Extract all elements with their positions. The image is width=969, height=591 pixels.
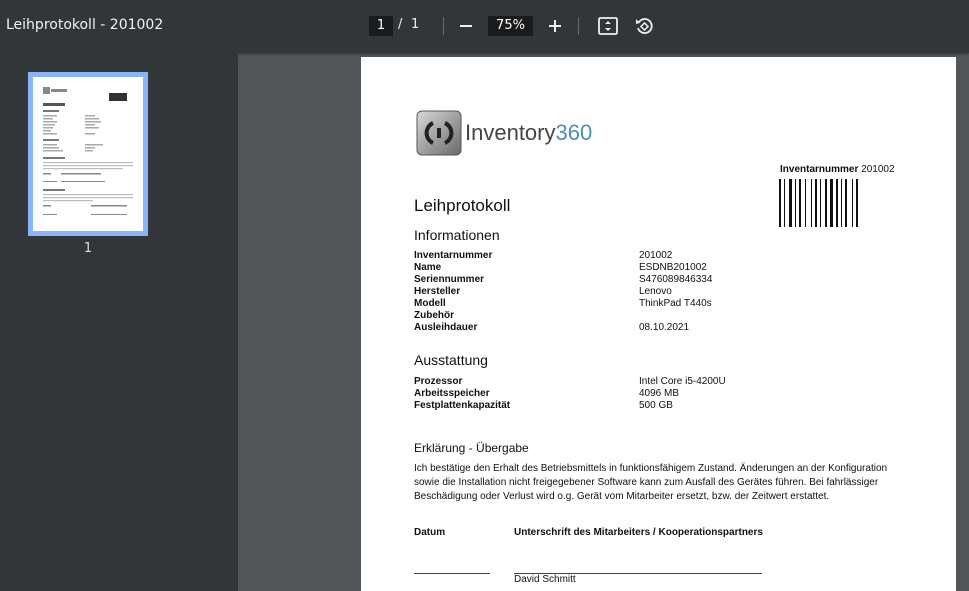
zoom-input[interactable]: 75%: [488, 16, 533, 36]
page-number-input[interactable]: 1: [369, 16, 393, 36]
logo-icon: [416, 110, 462, 156]
barcode-bar: [799, 179, 801, 227]
row-value: S476089846334: [639, 274, 713, 285]
thumbnail-preview: [33, 77, 143, 231]
zoom-out-button[interactable]: [452, 12, 480, 40]
fit-to-page-icon: [598, 17, 618, 35]
barcode-bar: [815, 179, 817, 227]
row-label: Hersteller: [414, 286, 461, 297]
toolbar-divider: [578, 17, 579, 35]
row-value: Intel Core i5-4200U: [639, 376, 726, 387]
row-label: Zubehör: [414, 310, 454, 321]
row-label: Inventarnummer: [414, 250, 493, 261]
barcode-bar: [825, 179, 827, 227]
document-heading: Leihprotokoll: [414, 196, 511, 215]
barcode-bar: [779, 179, 781, 227]
barcode-bar: [856, 179, 858, 227]
row-value: 201002: [639, 250, 673, 261]
inventar-header-label: Inventarnummer: [780, 164, 859, 175]
inventar-header: Inventarnummer 201002: [780, 164, 895, 175]
row-label: Seriennummer: [414, 274, 485, 285]
logo-text-inventory: Inventory: [465, 120, 556, 145]
row-value: ESDNB201002: [639, 262, 707, 273]
inventar-header-value: 201002: [861, 164, 895, 175]
unterschrift-label: Unterschrift des Mitarbeiters / Kooperat…: [514, 527, 763, 538]
minus-icon: [460, 25, 472, 27]
barcode-bar: [830, 179, 833, 227]
barcode-bar: [784, 179, 785, 227]
inventory360-logo: [416, 110, 462, 161]
zoom-in-button[interactable]: [541, 12, 569, 40]
row-label: Prozessor: [414, 376, 463, 387]
barcode-bar: [836, 179, 838, 227]
row-label: Festplattenkapazität: [414, 400, 511, 411]
barcode-bar: [789, 179, 792, 227]
barcode-bar: [841, 179, 842, 227]
informationen-heading: Informationen: [414, 227, 500, 243]
row-label: Name: [414, 262, 442, 273]
barcode-bar: [805, 179, 806, 227]
barcode-bar: [811, 179, 812, 227]
page-separator: /: [398, 17, 403, 32]
barcode-bar: [845, 179, 847, 227]
thumbnail-miniature: [43, 87, 133, 215]
total-pages: 1: [411, 17, 420, 32]
datum-label: Datum: [414, 527, 446, 538]
fit-page-button[interactable]: [594, 12, 622, 40]
barcode-image: [779, 179, 858, 227]
page-thumbnail[interactable]: [28, 72, 148, 236]
rotate-icon: [636, 18, 653, 34]
pdf-toolbar: Leihprotokoll - 201002 1 / 1 75%: [0, 0, 969, 53]
pdf-page: Inventory360 Inventarnummer 201002 Leihp…: [361, 57, 956, 591]
plus-icon: [549, 20, 561, 32]
signer-name: David Schmitt: [514, 574, 576, 585]
row-value: ThinkPad T440s: [639, 298, 712, 309]
logo-wordmark: Inventory360: [465, 120, 592, 146]
row-value: Lenovo: [639, 286, 672, 297]
row-label: Arbeitsspeicher: [414, 388, 490, 399]
row-label: Modell: [414, 298, 446, 309]
erklaerung-heading: Erklärung - Übergabe: [414, 441, 529, 455]
thumbnail-page-number: 1: [83, 241, 93, 256]
barcode-bar: [852, 179, 853, 227]
row-value: 500 GB: [639, 400, 673, 411]
document-title: Leihprotokoll - 201002: [6, 17, 164, 33]
barcode-bar: [820, 179, 821, 227]
rotate-button[interactable]: [630, 12, 658, 40]
erklaerung-paragraph: Ich bestätige den Erhalt des Betriebsmit…: [414, 463, 888, 502]
barcode-bar: [795, 179, 796, 227]
datum-signature-line: [414, 573, 490, 574]
row-value: 4096 MB: [639, 388, 680, 399]
row-label: Ausleihdauer: [414, 322, 478, 333]
row-value: 08.10.2021: [639, 322, 690, 333]
logo-text-360: 360: [555, 120, 593, 145]
toolbar-divider: [443, 17, 444, 35]
ausstattung-heading: Ausstattung: [414, 352, 488, 368]
